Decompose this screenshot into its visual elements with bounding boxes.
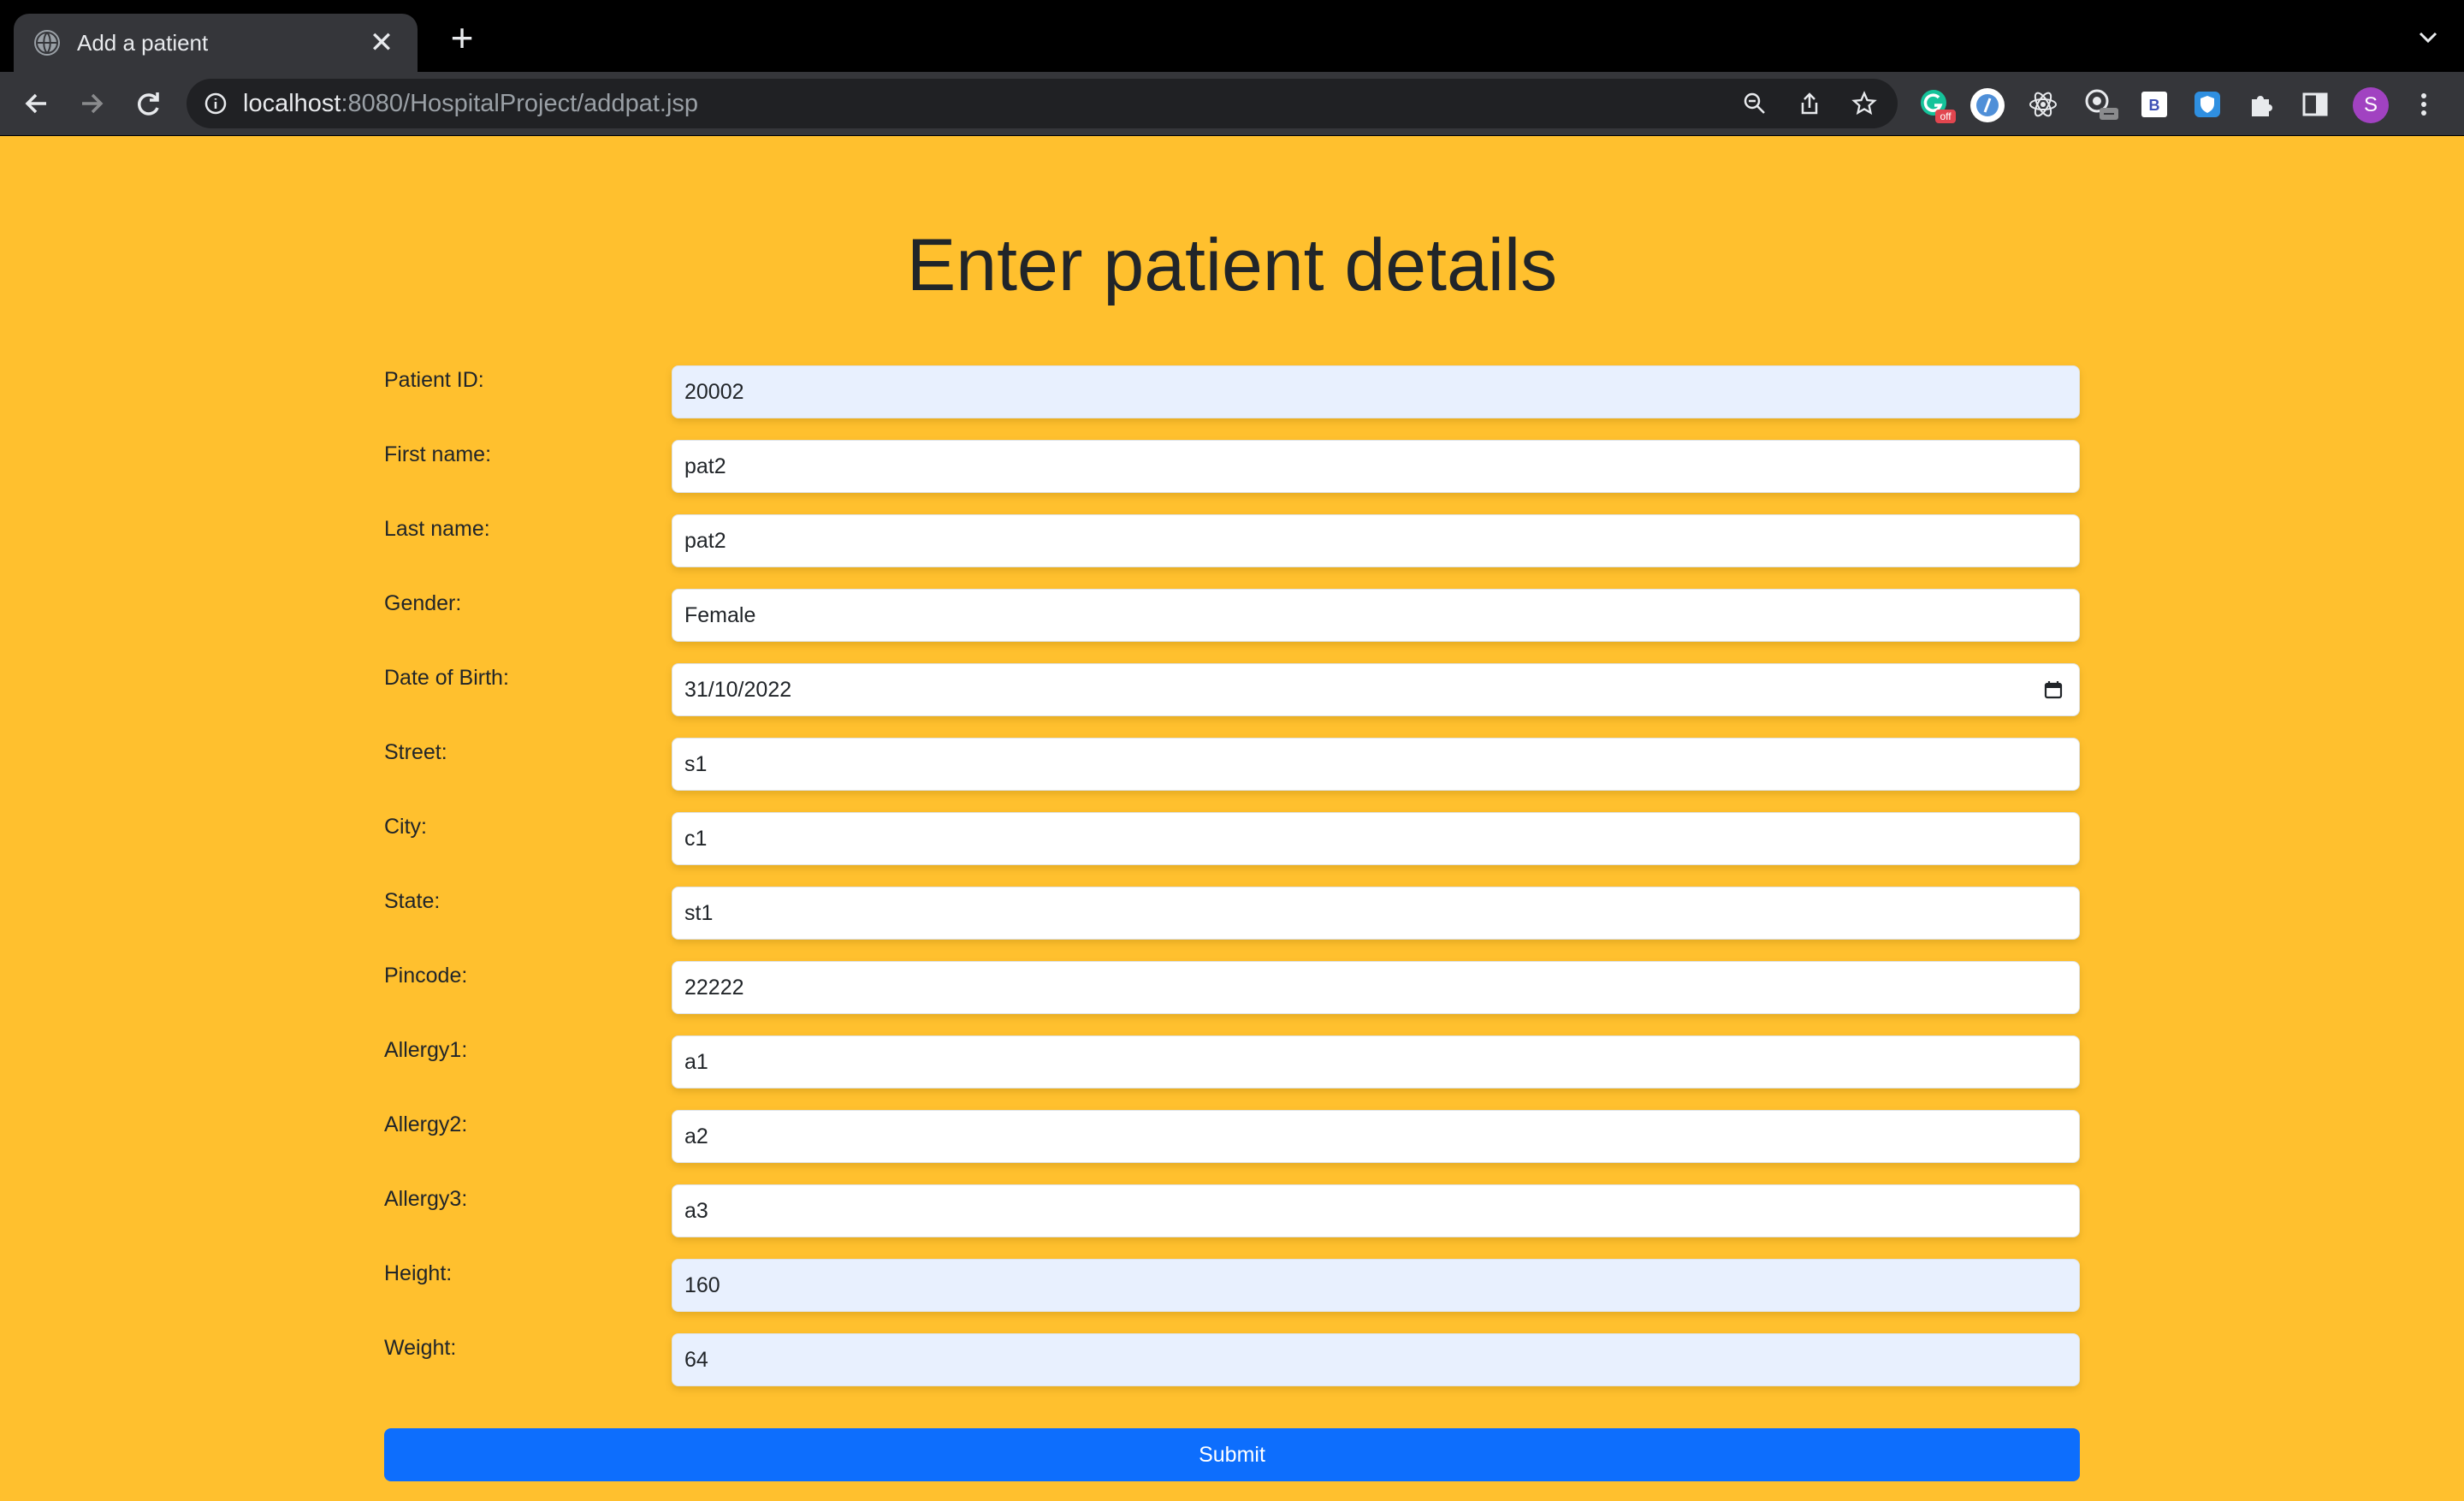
state-input[interactable] — [672, 887, 2080, 940]
page-title: Enter patient details — [906, 224, 1558, 306]
submit-button[interactable]: Submit — [384, 1428, 2080, 1481]
globe-icon — [34, 30, 60, 56]
side-panel-icon[interactable] — [2300, 89, 2331, 120]
site-info-icon[interactable] — [204, 92, 228, 116]
react-extension-icon[interactable] — [2028, 89, 2058, 120]
address-bar[interactable]: localhost:8080/HospitalProject/addpat.js… — [187, 79, 1898, 128]
url-text[interactable]: localhost:8080/HospitalProject/addpat.js… — [243, 90, 698, 118]
form-row-allergy2: Allergy2: — [384, 1110, 2080, 1163]
forward-arrow-icon[interactable] — [74, 86, 110, 122]
new-tab-button[interactable]: + — [445, 18, 479, 57]
browser-tab-active[interactable]: Add a patient ✕ — [14, 14, 418, 72]
form-row-patient-id: Patient ID: — [384, 365, 2080, 418]
city-input[interactable] — [672, 812, 2080, 865]
shield-extension-icon[interactable] — [2192, 89, 2223, 120]
height-input[interactable] — [672, 1259, 2080, 1312]
bookmark-star-icon[interactable] — [1851, 91, 1877, 116]
tab-title: Add a patient — [77, 29, 209, 56]
browser-toolbar: localhost:8080/HospitalProject/addpat.js… — [0, 72, 2464, 136]
puzzle-extensions-icon[interactable] — [2247, 89, 2277, 120]
state-label: State: — [384, 889, 441, 913]
patient-id-label: Patient ID: — [384, 368, 484, 392]
form-row-allergy3: Allergy3: — [384, 1184, 2080, 1237]
allergy1-label: Allergy1: — [384, 1038, 468, 1062]
chevron-down-icon[interactable] — [2416, 26, 2440, 50]
form-row-first-name: First name: — [384, 440, 2080, 493]
compass-extension-icon[interactable] — [1969, 87, 2005, 123]
share-icon[interactable] — [1797, 91, 1822, 116]
b-extension-label: B — [2149, 97, 2160, 114]
kebab-menu-icon[interactable] — [2411, 89, 2437, 120]
form-row-height: Height: — [384, 1259, 2080, 1312]
gender-label: Gender: — [384, 591, 462, 615]
allergy2-label: Allergy2: — [384, 1112, 468, 1136]
first-name-label: First name: — [384, 442, 492, 466]
profile-avatar[interactable]: S — [2353, 87, 2389, 123]
form-row-allergy1: Allergy1: — [384, 1035, 2080, 1089]
b-extension-icon[interactable]: B — [2139, 89, 2170, 120]
date-of-birth-label: Date of Birth: — [384, 666, 509, 690]
pincode-input[interactable] — [672, 961, 2080, 1014]
patient-id-input[interactable] — [672, 365, 2080, 418]
form-row-last-name: Last name: — [384, 514, 2080, 567]
street-input[interactable] — [672, 738, 2080, 791]
height-label: Height: — [384, 1261, 453, 1285]
weight-input[interactable] — [672, 1333, 2080, 1386]
last-name-input[interactable] — [672, 514, 2080, 567]
weight-label: Weight: — [384, 1336, 457, 1360]
form-row-pincode: Pincode: — [384, 961, 2080, 1014]
back-arrow-icon[interactable] — [19, 86, 55, 122]
allergy2-input[interactable] — [672, 1110, 2080, 1163]
close-tab-icon[interactable]: ✕ — [366, 27, 397, 58]
url-path: :8080/HospitalProject/addpat.jsp — [341, 90, 699, 117]
last-name-label: Last name: — [384, 517, 490, 541]
allergy3-input[interactable] — [672, 1184, 2080, 1237]
first-name-input[interactable] — [672, 440, 2080, 493]
form-row-date-of-birth: Date of Birth: — [384, 663, 2080, 716]
form-row-city: City: — [384, 812, 2080, 865]
url-host: localhost — [243, 90, 341, 117]
street-label: Street: — [384, 740, 447, 764]
form-row-street: Street: — [384, 738, 2080, 791]
browser-tab-strip: Add a patient ✕ + — [0, 0, 2464, 72]
page-content: Enter patient details Patient ID: First n… — [0, 136, 2464, 1501]
date-of-birth-input[interactable] — [672, 663, 2080, 716]
form-row-gender: Gender: — [384, 589, 2080, 642]
gender-input[interactable] — [672, 589, 2080, 642]
form-row-state: State: — [384, 887, 2080, 940]
dev-extension-icon[interactable] — [2082, 86, 2120, 123]
reload-icon[interactable] — [130, 86, 166, 122]
extension-badge-text: off — [1940, 110, 1952, 122]
allergy3-label: Allergy3: — [384, 1187, 468, 1211]
zoom-out-icon[interactable] — [1742, 91, 1768, 116]
grammarly-extension-icon[interactable]: off — [1918, 87, 1956, 125]
form-row-weight: Weight: — [384, 1333, 2080, 1386]
allergy1-input[interactable] — [672, 1035, 2080, 1089]
pincode-label: Pincode: — [384, 964, 468, 988]
city-label: City: — [384, 815, 427, 839]
